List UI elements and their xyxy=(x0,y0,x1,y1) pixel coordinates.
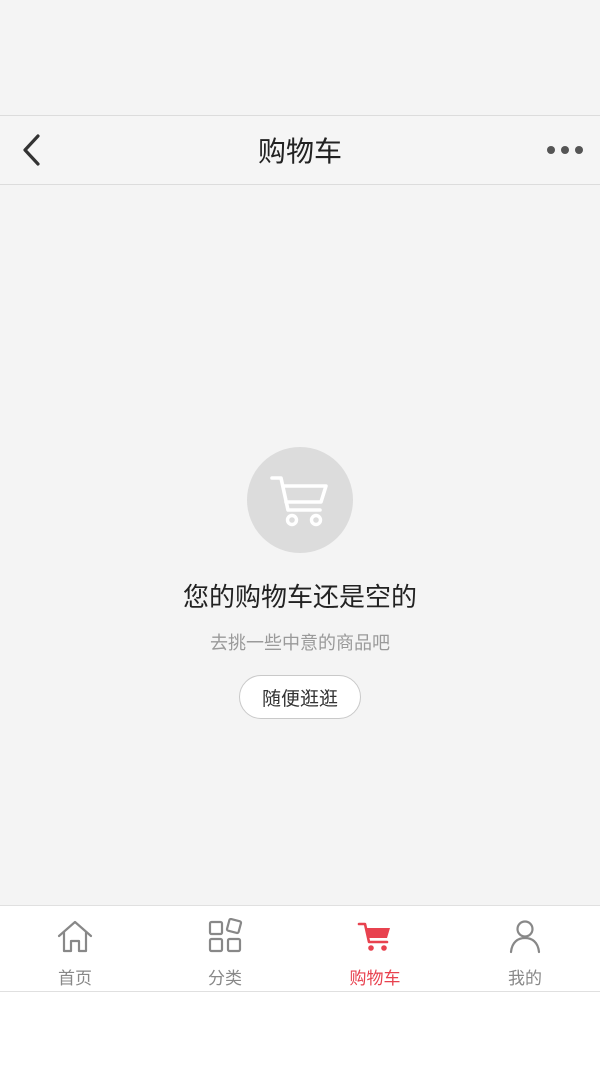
category-icon xyxy=(208,918,243,953)
tab-label: 分类 xyxy=(208,969,242,989)
cart-content: 您的购物车还是空的 去挑一些中意的商品吧 随便逛逛 xyxy=(0,185,600,905)
tab-label: 首页 xyxy=(58,969,92,989)
tab-label: 我的 xyxy=(508,969,542,989)
tab-cart[interactable]: 购物车 xyxy=(300,906,450,991)
tab-category[interactable]: 分类 xyxy=(150,906,300,991)
nav-bar: 购物车 xyxy=(0,115,600,185)
empty-cart-illustration xyxy=(247,447,353,553)
tab-profile[interactable]: 我的 xyxy=(450,906,600,991)
more-button[interactable] xyxy=(540,130,590,170)
bottom-area xyxy=(0,992,600,1068)
more-horizontal-icon xyxy=(547,146,583,154)
cart-icon xyxy=(270,476,328,527)
empty-cart-subtitle: 去挑一些中意的商品吧 xyxy=(210,633,390,654)
tab-label: 购物车 xyxy=(349,969,401,989)
empty-cart-title: 您的购物车还是空的 xyxy=(182,583,417,613)
user-icon xyxy=(509,920,541,954)
tab-bar: 首页 分类 购物车 我的 xyxy=(0,905,600,992)
home-icon xyxy=(57,920,93,953)
page-title: 购物车 xyxy=(257,135,342,168)
browse-button[interactable]: 随便逛逛 xyxy=(239,675,361,719)
cart-icon xyxy=(357,922,390,951)
tab-home[interactable]: 首页 xyxy=(0,906,150,991)
status-area xyxy=(0,0,600,115)
